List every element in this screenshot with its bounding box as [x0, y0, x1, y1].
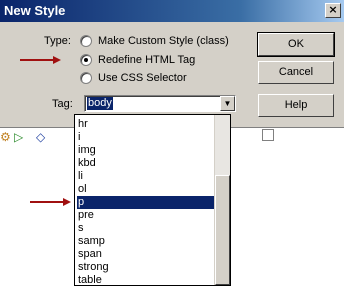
list-item[interactable]: i — [77, 131, 215, 144]
tag-dropdown-list[interactable]: hr i img kbd li ol p pre s samp span str… — [74, 114, 231, 286]
new-style-dialog: New Style × Type: Make Custom Style (cla… — [0, 0, 344, 128]
dialog-title: New Style — [0, 0, 344, 22]
radio-redefine-html-tag-label: Redefine HTML Tag — [98, 54, 196, 66]
radio-custom-style[interactable]: Make Custom Style (class) — [80, 34, 229, 48]
radio-css-selector[interactable]: Use CSS Selector — [80, 71, 187, 85]
annotation-arrow-p — [30, 198, 71, 206]
radio-redefine-html-tag[interactable]: Redefine HTML Tag — [80, 53, 195, 67]
chevron-down-icon[interactable]: ▼ — [220, 96, 235, 111]
radio-custom-style-label: Make Custom Style (class) — [98, 35, 229, 47]
close-button[interactable]: × — [325, 3, 341, 18]
list-item[interactable]: span — [77, 248, 215, 261]
code-view-icon[interactable]: ◇ — [36, 130, 45, 144]
list-item[interactable]: table — [77, 274, 215, 285]
ok-button[interactable]: OK — [257, 32, 335, 57]
list-item[interactable]: hr — [77, 118, 215, 131]
gear-icon[interactable]: ⚙ — [0, 130, 11, 144]
list-item[interactable]: strong — [77, 261, 215, 274]
list-item[interactable]: img — [77, 144, 215, 157]
radio-css-selector-circle[interactable] — [80, 72, 92, 84]
list-item[interactable]: kbd — [77, 157, 215, 170]
list-item[interactable]: ol — [77, 183, 215, 196]
tag-select-value: body — [87, 97, 113, 110]
radio-custom-style-circle[interactable] — [80, 35, 92, 47]
close-icon: × — [328, 3, 338, 16]
list-item[interactable]: pre — [77, 209, 215, 222]
scrollbar-thumb[interactable] — [215, 175, 230, 285]
style-options-panel: Type: Make Custom Style (class) Redefine… — [8, 28, 244, 124]
play-icon[interactable]: ▷ — [14, 130, 23, 144]
annotation-arrow-redefine — [20, 56, 61, 64]
list-item[interactable]: s — [77, 222, 215, 235]
document-icon[interactable] — [262, 129, 274, 141]
list-item[interactable]: li — [77, 170, 215, 183]
radio-css-selector-label: Use CSS Selector — [98, 72, 187, 84]
radio-redefine-html-tag-circle[interactable] — [80, 54, 92, 66]
tag-label: Tag: — [52, 98, 73, 110]
tag-select[interactable]: body ▼ — [84, 95, 236, 112]
cancel-button[interactable]: Cancel — [258, 61, 334, 84]
list-item[interactable]: samp — [77, 235, 215, 248]
list-item-selected[interactable]: p — [77, 196, 215, 209]
dropdown-scrollbar[interactable] — [214, 115, 230, 285]
type-label: Type: — [44, 35, 71, 47]
help-button[interactable]: Help — [258, 94, 334, 117]
